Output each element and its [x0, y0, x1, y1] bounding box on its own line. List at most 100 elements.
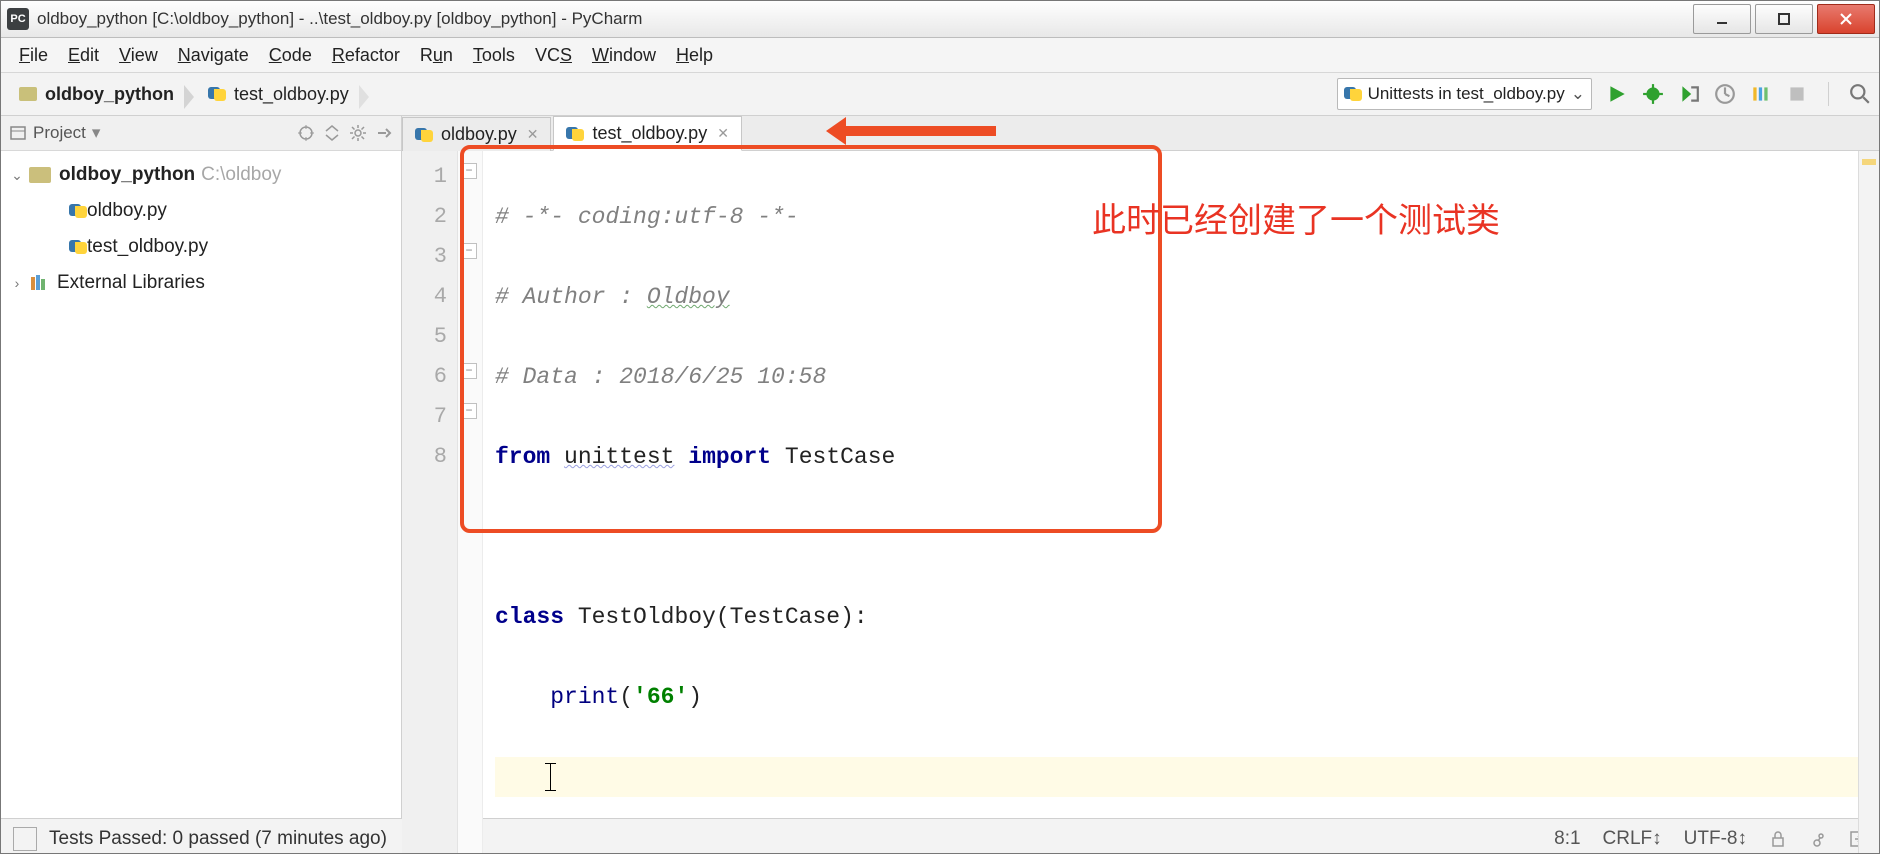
menu-window[interactable]: Window — [582, 41, 666, 70]
menu-bar: File Edit View Navigate Code Refactor Ru… — [1, 38, 1879, 73]
app-window: PC oldboy_python [C:\oldboy_python] - ..… — [0, 0, 1880, 854]
status-tool-icon[interactable] — [13, 827, 37, 851]
tree-root-path: C:\oldboy — [201, 157, 281, 193]
line-number: 3 — [402, 237, 447, 277]
text-caret — [550, 763, 551, 791]
coverage-button[interactable] — [1678, 83, 1700, 105]
warning-marker[interactable] — [1862, 159, 1876, 165]
project-tool-header[interactable]: Project ▾ — [1, 116, 401, 151]
search-button[interactable] — [1849, 83, 1871, 105]
profile-button[interactable] — [1714, 83, 1736, 105]
line-number: 5 — [402, 317, 447, 357]
breadcrumb-root[interactable]: oldboy_python — [9, 82, 186, 107]
tree-expand-icon[interactable]: ⌄ — [9, 157, 25, 193]
title-bar: PC oldboy_python [C:\oldboy_python] - ..… — [1, 1, 1879, 38]
line-number: 1 — [402, 157, 447, 197]
minimize-button[interactable] — [1693, 4, 1751, 34]
line-number: 2 — [402, 197, 447, 237]
tab-label: test_oldboy.py — [592, 123, 707, 144]
line-number: 4 — [402, 277, 447, 317]
tab-test-oldboy[interactable]: test_oldboy.py ✕ — [553, 116, 741, 151]
tree-root[interactable]: ⌄ oldboy_python C:\oldboy — [1, 157, 401, 193]
libraries-icon — [29, 273, 49, 293]
project-sidebar: Project ▾ ⌄ oldboy_python C:\oldboy — [1, 116, 402, 818]
line-gutter[interactable]: 1 2 3 4 5 6 7 8 — [402, 151, 458, 854]
python-file-icon — [69, 202, 87, 220]
breadcrumb-root-label: oldboy_python — [45, 84, 174, 105]
fold-marker[interactable]: − — [461, 163, 477, 179]
editor-area: oldboy.py ✕ test_oldboy.py ✕ 1 2 3 4 5 6 — [402, 116, 1879, 818]
python-icon — [1344, 85, 1362, 103]
menu-file[interactable]: File — [9, 41, 58, 70]
pycharm-icon: PC — [7, 8, 29, 30]
concurrency-button[interactable] — [1750, 83, 1772, 105]
tab-label: oldboy.py — [441, 124, 517, 145]
menu-run[interactable]: Run — [410, 41, 463, 70]
folder-icon — [29, 167, 51, 183]
chevron-down-icon: ⌄ — [1571, 84, 1585, 104]
gear-icon[interactable] — [349, 124, 367, 142]
breadcrumb: oldboy_python test_oldboy.py — [9, 82, 361, 107]
close-button[interactable] — [1817, 4, 1875, 34]
run-config-label: Unittests in test_oldboy.py — [1368, 84, 1565, 104]
tree-external-label: External Libraries — [57, 265, 205, 301]
fold-marker[interactable]: − — [461, 363, 477, 379]
project-tree[interactable]: ⌄ oldboy_python C:\oldboy oldboy.py test… — [1, 151, 401, 307]
tree-file-label: test_oldboy.py — [87, 229, 208, 265]
menu-help[interactable]: Help — [666, 41, 723, 70]
separator — [1828, 82, 1829, 106]
menu-code[interactable]: Code — [259, 41, 322, 70]
breadcrumb-file[interactable]: test_oldboy.py — [198, 82, 361, 107]
menu-refactor[interactable]: Refactor — [322, 41, 410, 70]
code-comment: # Data : 2018/6/25 10:58 — [495, 364, 826, 390]
line-number: 7 — [402, 397, 447, 437]
debug-button[interactable] — [1642, 83, 1664, 105]
collapse-icon[interactable] — [323, 124, 341, 142]
window-title: oldboy_python [C:\oldboy_python] - ..\te… — [37, 9, 1693, 29]
navigation-bar: oldboy_python test_oldboy.py Unittests i… — [1, 73, 1879, 116]
run-button[interactable] — [1606, 83, 1628, 105]
code-area: 1 2 3 4 5 6 7 8 − − − − # -*- coding:utf… — [402, 151, 1879, 854]
menu-navigate[interactable]: Navigate — [168, 41, 259, 70]
python-file-icon — [566, 125, 584, 143]
tab-oldboy[interactable]: oldboy.py ✕ — [402, 117, 551, 151]
editor-scrollbar[interactable] — [1858, 151, 1879, 854]
main-area: Project ▾ ⌄ oldboy_python C:\oldboy — [1, 116, 1879, 818]
fold-marker[interactable]: − — [461, 403, 477, 419]
tree-file-label: oldboy.py — [87, 193, 167, 229]
status-message: Tests Passed: 0 passed (7 minutes ago) — [49, 828, 387, 850]
maximize-button[interactable] — [1755, 4, 1813, 34]
menu-view[interactable]: View — [109, 41, 168, 70]
menu-edit[interactable]: Edit — [58, 41, 109, 70]
project-icon — [9, 124, 27, 142]
run-config-dropdown[interactable]: Unittests in test_oldboy.py ⌄ — [1337, 78, 1592, 110]
project-label: Project — [33, 123, 86, 143]
code-comment: # -*- coding:utf-8 -*- — [495, 204, 799, 230]
run-toolbar — [1606, 82, 1871, 106]
close-icon[interactable]: ✕ — [717, 125, 729, 142]
stop-button[interactable] — [1786, 83, 1808, 105]
close-icon[interactable]: ✕ — [527, 126, 539, 143]
tree-expand-icon[interactable]: › — [9, 265, 25, 301]
editor-tabs: oldboy.py ✕ test_oldboy.py ✕ — [402, 116, 1879, 151]
python-file-icon — [415, 126, 433, 144]
line-number: 6 — [402, 357, 447, 397]
fold-marker[interactable]: − — [461, 243, 477, 259]
code-text[interactable]: # -*- coding:utf-8 -*- # Author : Oldboy… — [483, 151, 1858, 854]
window-controls — [1693, 4, 1879, 34]
python-file-icon — [69, 238, 87, 256]
tree-file[interactable]: oldboy.py — [1, 193, 401, 229]
tree-root-label: oldboy_python — [59, 157, 195, 193]
hide-icon[interactable] — [375, 124, 393, 142]
fold-strip[interactable]: − − − − — [458, 151, 483, 854]
tree-external[interactable]: › External Libraries — [1, 265, 401, 301]
target-icon[interactable] — [297, 124, 315, 142]
tree-file[interactable]: test_oldboy.py — [1, 229, 401, 265]
chevron-down-icon: ▾ — [92, 123, 101, 143]
menu-tools[interactable]: Tools — [463, 41, 525, 70]
code-comment: # Author : Oldboy — [495, 284, 730, 310]
folder-icon — [19, 87, 37, 101]
menu-vcs[interactable]: VCS — [525, 41, 582, 70]
annotation-text: 此时已经创建了一个测试类 — [1092, 193, 1500, 242]
line-number: 8 — [402, 437, 447, 477]
